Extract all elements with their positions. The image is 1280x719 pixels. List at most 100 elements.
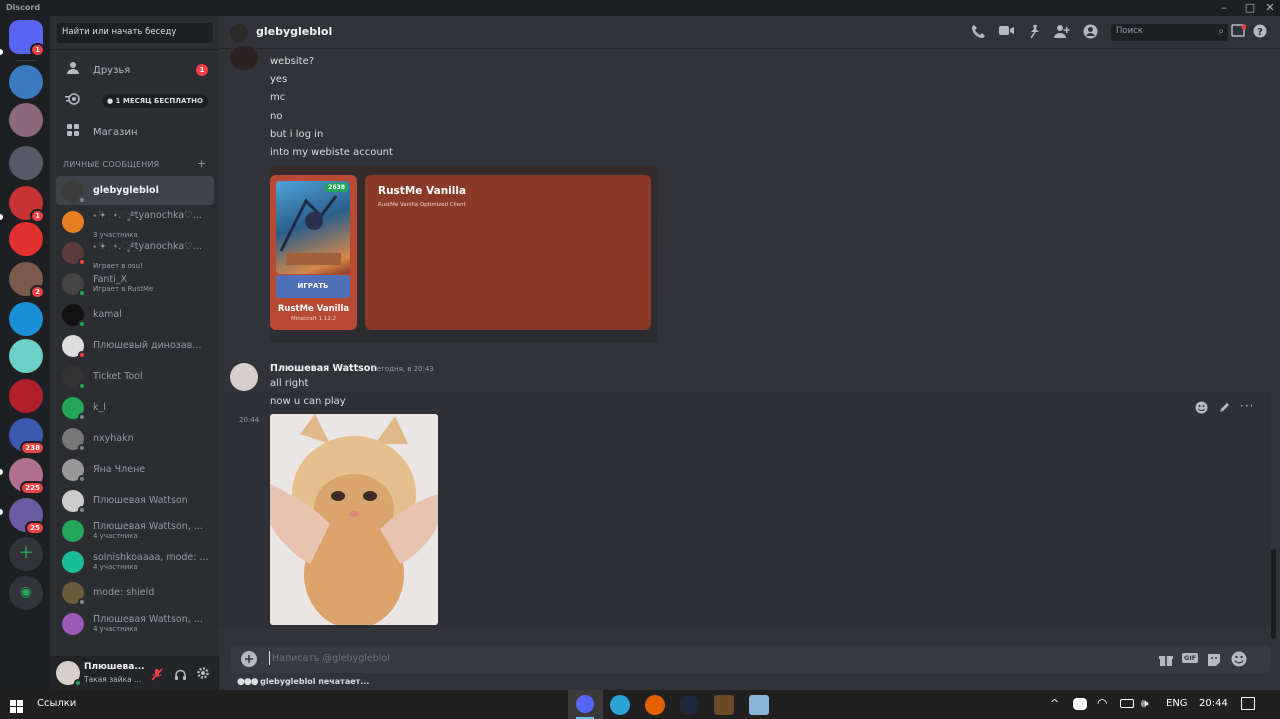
nav-nitro[interactable]: ● 1 МЕСЯЦ БЕСПЛАТНО [56, 87, 214, 115]
dm-item[interactable]: Fanti_X Играет в RustMe [56, 269, 214, 298]
server-icon-server-2[interactable] [9, 65, 43, 99]
mute-mic-icon[interactable] [151, 666, 163, 685]
dm-item[interactable]: Плюшевый динозав... [56, 331, 214, 360]
windows-start-icon[interactable] [10, 698, 23, 717]
dm-item[interactable]: ˖ ݁𖥔 ׅ ⋆.ೃ࿔tyanochka♡... Играет в osu! [56, 238, 214, 270]
clock[interactable]: 20:44 [1199, 698, 1228, 709]
dm-avatar [62, 179, 86, 204]
message-timestamp: Сегодня, в 20:43 [372, 365, 434, 373]
author-avatar-wattson[interactable] [230, 363, 258, 391]
server-icon-server-11[interactable]: 238 [9, 418, 45, 455]
user-profile-icon[interactable] [1083, 24, 1098, 43]
channel-avatar [230, 24, 248, 42]
dm-item[interactable]: mode: shield [56, 578, 214, 607]
explore-servers-compass-icon[interactable]: ◉ [9, 576, 43, 610]
server-icon-home[interactable]: 1 [9, 20, 45, 57]
dm-item[interactable]: Яна Члене [56, 455, 214, 484]
dm-name: ˖ ݁𖥔 ׅ ⋆.ೃ࿔tyanochka♡... [93, 241, 202, 252]
server-icon-server-12[interactable]: 225 [9, 458, 45, 495]
user-avatar[interactable] [56, 661, 82, 687]
more-options-icon[interactable]: ··· [1240, 399, 1254, 413]
settings-gear-icon[interactable] [196, 665, 210, 684]
add-friends-to-dm-icon[interactable] [1054, 24, 1070, 43]
dm-subtitle: Играет в RustMe [93, 285, 154, 293]
friends-label: Друзья [93, 64, 131, 76]
taskbar-discord-active[interactable] [568, 690, 603, 719]
dm-item[interactable]: Плюшевая Wattson, ... 4 участника [56, 609, 214, 638]
message-author[interactable]: Плюшевая Wattson [270, 363, 377, 374]
server-icon-server-8[interactable] [9, 302, 43, 336]
emoji-icon[interactable] [1231, 651, 1247, 671]
close-button[interactable]: ✕ [1262, 1, 1278, 14]
telegram-icon[interactable] [610, 695, 630, 715]
headphones-icon[interactable] [174, 666, 187, 685]
dm-item[interactable]: solnishkoaaaa, mode: ... 4 участника [56, 547, 214, 576]
volume-icon[interactable]: 🕪 [1141, 696, 1149, 711]
language-indicator[interactable]: ENG [1166, 698, 1188, 709]
server-badge: 2 [30, 285, 45, 299]
nitro-offer-label: 1 МЕСЯЦ БЕСПЛАТНО [115, 97, 203, 105]
maximize-button[interactable]: □ [1242, 1, 1258, 14]
dm-item[interactable]: Плюшевая Wattson, ... 4 участника [56, 516, 214, 545]
help-icon[interactable]: ? [1253, 24, 1267, 42]
dm-item[interactable]: ˖ ݁𖥔 ׅ ⋆.ೃ࿔tyanochka♡... 3 участника [56, 207, 214, 239]
create-dm-plus-icon[interactable]: + [197, 157, 206, 170]
header-search-input[interactable]: Поиск ⌕ [1111, 24, 1228, 41]
server-icon-server-9[interactable] [9, 339, 43, 373]
steam-icon[interactable] [679, 695, 699, 715]
notepad-icon[interactable] [749, 695, 769, 715]
server-icon-server-6[interactable] [9, 222, 43, 256]
attachment-image[interactable] [270, 414, 438, 625]
server-icon-server-13[interactable]: 25 [9, 498, 45, 535]
edit-message-icon[interactable] [1218, 399, 1231, 418]
chat-scrollbar[interactable] [1271, 549, 1276, 639]
server-icon-server-4[interactable] [9, 146, 43, 180]
hover-time: 20:44 [239, 416, 260, 424]
typing-indicator: ●●● glebygleblol печатает... [237, 677, 369, 687]
game-card[interactable]: 2638 ИГРАТЬ RustMe Vanilla Minecraft 1.1… [270, 175, 357, 330]
dm-item[interactable]: kamal [56, 300, 214, 329]
message-composer[interactable]: Написать @glebygleblol GIF [231, 645, 1271, 673]
tray-discord-icon[interactable] [1073, 698, 1087, 710]
notifications-icon[interactable] [1241, 697, 1255, 710]
game-info-panel[interactable]: RustMe Vanilla RustMe Vanilla Optimized … [365, 175, 651, 330]
nav-friends[interactable]: Друзья 1 [56, 56, 214, 84]
battery-icon[interactable] [1120, 699, 1134, 708]
dm-item[interactable]: k_l [56, 393, 214, 422]
gif-icon[interactable]: GIF [1182, 653, 1199, 663]
server-icon-server-3[interactable] [9, 103, 43, 137]
dm-search-input[interactable]: Найти или начать беседу [57, 23, 213, 43]
dm-item[interactable]: Плюшевая Wattson [56, 486, 214, 515]
gift-icon[interactable] [1159, 652, 1173, 671]
play-button[interactable]: ИГРАТЬ [276, 275, 350, 298]
minimize-button[interactable]: – [1216, 1, 1232, 14]
show-hidden-icons-icon[interactable]: ^ [1050, 697, 1059, 710]
server-icon-server-7[interactable]: 2 [9, 262, 45, 299]
inbox-icon[interactable] [1231, 24, 1247, 42]
add-reaction-icon[interactable] [1195, 399, 1208, 418]
video-call-icon[interactable] [998, 24, 1015, 41]
channel-name[interactable]: glebygleblol [256, 25, 332, 38]
server-icon-server-5[interactable]: 1 [9, 186, 45, 223]
message-text: all right [270, 378, 309, 389]
wifi-icon[interactable]: ◠ [1097, 696, 1107, 710]
add-server-button[interactable]: + [9, 537, 43, 571]
pinned-messages-icon[interactable] [1028, 24, 1042, 43]
upload-plus-icon[interactable] [241, 651, 257, 671]
dm-name: ˖ ݁𖥔 ׅ ⋆.ೃ࿔tyanochka♡... [93, 210, 202, 221]
server-icon-server-10[interactable] [9, 379, 43, 413]
taskbar-search-label[interactable]: Ссылки [37, 698, 76, 709]
firefox-icon[interactable] [645, 695, 665, 715]
minecraft-icon[interactable] [714, 695, 734, 715]
dm-item[interactable]: Ticket Tool [56, 362, 214, 391]
shop-label: Магазин [93, 126, 138, 138]
sticker-icon[interactable] [1207, 652, 1221, 671]
nitro-offer-badge[interactable]: ● 1 МЕСЯЦ БЕСПЛАТНО [102, 94, 208, 108]
dm-item[interactable]: nxyhakn [56, 424, 214, 453]
nav-shop[interactable]: Магазин [56, 118, 214, 146]
voice-call-icon[interactable] [971, 24, 986, 43]
dm-name: glebygleblol [93, 185, 159, 196]
dm-item[interactable]: glebygleblol [56, 176, 214, 205]
author-avatar[interactable] [230, 46, 258, 70]
dm-subtitle: 4 участника [93, 563, 138, 571]
